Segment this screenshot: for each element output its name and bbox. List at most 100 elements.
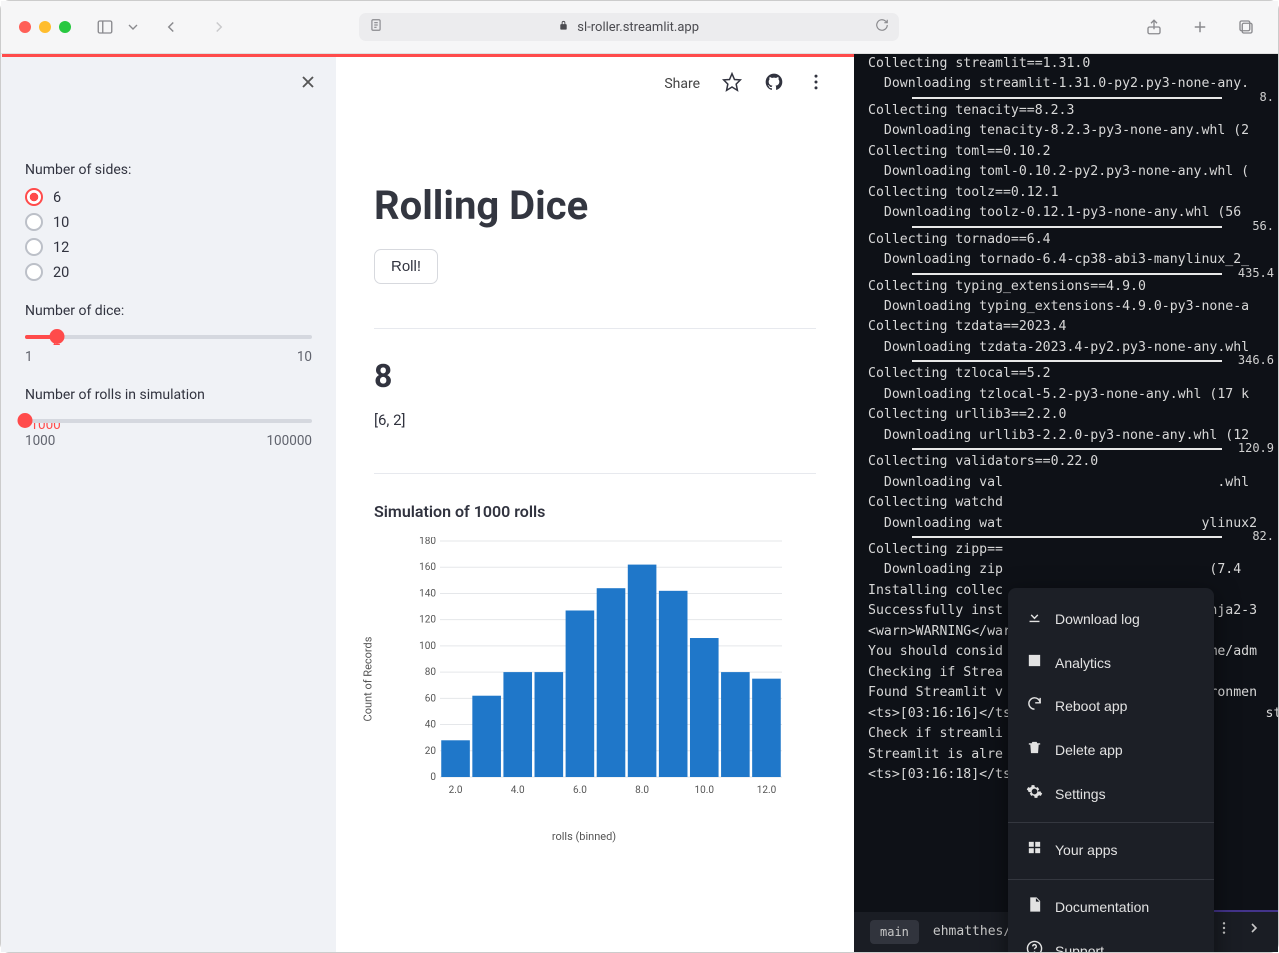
menu-label: Support: [1055, 941, 1104, 952]
rolls-label: Number of rolls in simulation: [25, 387, 312, 403]
trash-icon: [1026, 739, 1043, 763]
sidebar-toggle-icon[interactable]: [91, 13, 119, 41]
new-tab-icon[interactable]: [1186, 13, 1214, 41]
radio-icon: [25, 213, 43, 231]
apps-icon: [1026, 839, 1043, 863]
chart-ylabel: Count of Records: [362, 637, 375, 722]
doc-icon: [1026, 896, 1043, 920]
kebab-menu-icon[interactable]: [1216, 920, 1232, 943]
maximize-window-icon[interactable]: [59, 21, 71, 33]
menu-separator: [1008, 822, 1214, 823]
dice-label: Number of dice:: [25, 303, 312, 319]
menu-support[interactable]: Support: [1008, 930, 1214, 952]
dice-slider[interactable]: 2 110: [25, 335, 312, 365]
svg-text:8.0: 8.0: [635, 785, 649, 796]
svg-text:2.0: 2.0: [449, 785, 463, 796]
share-icon[interactable]: [1140, 13, 1168, 41]
result-list: [6, 2]: [374, 411, 816, 429]
analytics-icon: [1026, 652, 1043, 676]
lock-icon: [558, 20, 569, 35]
url-text: sl-roller.streamlit.app: [577, 20, 699, 35]
sides-radio-12[interactable]: 12: [25, 238, 312, 256]
sides-radio-6[interactable]: 6: [25, 188, 312, 206]
chart-xlabel: rolls (binned): [374, 830, 794, 843]
streamlit-sidebar: Number of sides: 6 10 12 20 Number of dice:…: [1, 54, 336, 952]
address-bar[interactable]: sl-roller.streamlit.app: [359, 13, 899, 41]
svg-text:140: 140: [419, 588, 436, 599]
chevron-right-icon[interactable]: [1246, 920, 1262, 943]
reader-icon[interactable]: [369, 18, 383, 36]
help-icon: [1026, 940, 1043, 952]
menu-label: Delete app: [1055, 740, 1123, 762]
main-content: Share Rolling Dice Roll! 8 [6, 2] Simula…: [336, 54, 854, 952]
chart-svg: 0 20 40 60 80 100 120 140 160 180 2.0 4.0 6.0 8.0 10.0…: [414, 537, 786, 801]
svg-text:10.0: 10.0: [695, 785, 715, 796]
gear-icon: [1026, 783, 1043, 807]
svg-text:180: 180: [419, 537, 436, 547]
terminal-pane: Collecting streamlit==1.31.0 Downloading…: [854, 54, 1278, 952]
svg-text:12.0: 12.0: [757, 785, 777, 796]
menu-label: Your apps: [1055, 840, 1118, 862]
kebab-menu-icon[interactable]: [806, 72, 826, 96]
svg-text:4.0: 4.0: [511, 785, 525, 796]
download-icon: [1026, 608, 1043, 632]
histogram-chart: Count of Records 02040608010012014016018…: [374, 529, 794, 829]
menu-your-apps[interactable]: Your apps: [1008, 829, 1214, 873]
minimize-window-icon[interactable]: [39, 21, 51, 33]
svg-text:20: 20: [425, 746, 437, 757]
divider: [374, 328, 816, 329]
menu-label: Download log: [1055, 609, 1140, 631]
menu-label: Documentation: [1055, 897, 1149, 919]
radio-icon: [25, 238, 43, 256]
svg-text:100: 100: [419, 641, 436, 652]
star-icon[interactable]: [722, 72, 742, 96]
menu-label: Settings: [1055, 784, 1106, 806]
svg-text:160: 160: [419, 562, 436, 573]
sides-label: Number of sides:: [25, 162, 312, 178]
menu-delete-app[interactable]: Delete app: [1008, 729, 1214, 773]
forward-icon[interactable]: [205, 13, 233, 41]
sides-radio-20[interactable]: 20: [25, 263, 312, 281]
app-toolbar: Share: [664, 72, 826, 96]
reboot-icon: [1026, 695, 1043, 719]
menu-separator: [1008, 879, 1214, 880]
branch-pill[interactable]: main: [870, 920, 919, 945]
window-controls: [19, 21, 71, 33]
close-sidebar-icon[interactable]: [298, 72, 318, 96]
share-button[interactable]: Share: [664, 76, 700, 92]
chart-title: Simulation of 1000 rolls: [374, 502, 816, 521]
radio-label: 6: [53, 189, 61, 206]
rolls-slider[interactable]: 1000 1000100000: [25, 419, 312, 449]
menu-download-log[interactable]: Download log: [1008, 598, 1214, 642]
radio-icon: [25, 263, 43, 281]
menu-label: Analytics: [1055, 653, 1111, 675]
github-icon[interactable]: [764, 72, 784, 96]
radio-icon: [25, 188, 43, 206]
svg-text:80: 80: [425, 667, 437, 678]
browser-toolbar: sl-roller.streamlit.app: [1, 1, 1278, 54]
menu-label: Reboot app: [1055, 696, 1127, 718]
roll-button[interactable]: Roll!: [374, 249, 438, 284]
tabs-overview-icon[interactable]: [1232, 13, 1260, 41]
menu-documentation[interactable]: Documentation: [1008, 886, 1214, 930]
radio-label: 20: [53, 264, 69, 281]
svg-text:40: 40: [425, 720, 437, 731]
app-context-menu: Download log Analytics Reboot app Delete ap…: [1008, 588, 1214, 952]
svg-text:120: 120: [419, 615, 436, 626]
result-sum: 8: [374, 357, 816, 395]
menu-settings[interactable]: Settings: [1008, 773, 1214, 817]
menu-reboot-app[interactable]: Reboot app: [1008, 685, 1214, 729]
divider: [374, 473, 816, 474]
radio-label: 10: [53, 214, 69, 231]
loading-bar: [2, 54, 854, 57]
menu-analytics[interactable]: Analytics: [1008, 642, 1214, 686]
chevron-down-icon[interactable]: [125, 13, 141, 41]
reload-icon[interactable]: [875, 18, 889, 36]
sides-radio-10[interactable]: 10: [25, 213, 312, 231]
back-icon[interactable]: [157, 13, 185, 41]
close-window-icon[interactable]: [19, 21, 31, 33]
svg-text:0: 0: [430, 772, 436, 783]
radio-label: 12: [53, 239, 69, 256]
svg-text:6.0: 6.0: [573, 785, 587, 796]
svg-text:60: 60: [425, 693, 437, 704]
